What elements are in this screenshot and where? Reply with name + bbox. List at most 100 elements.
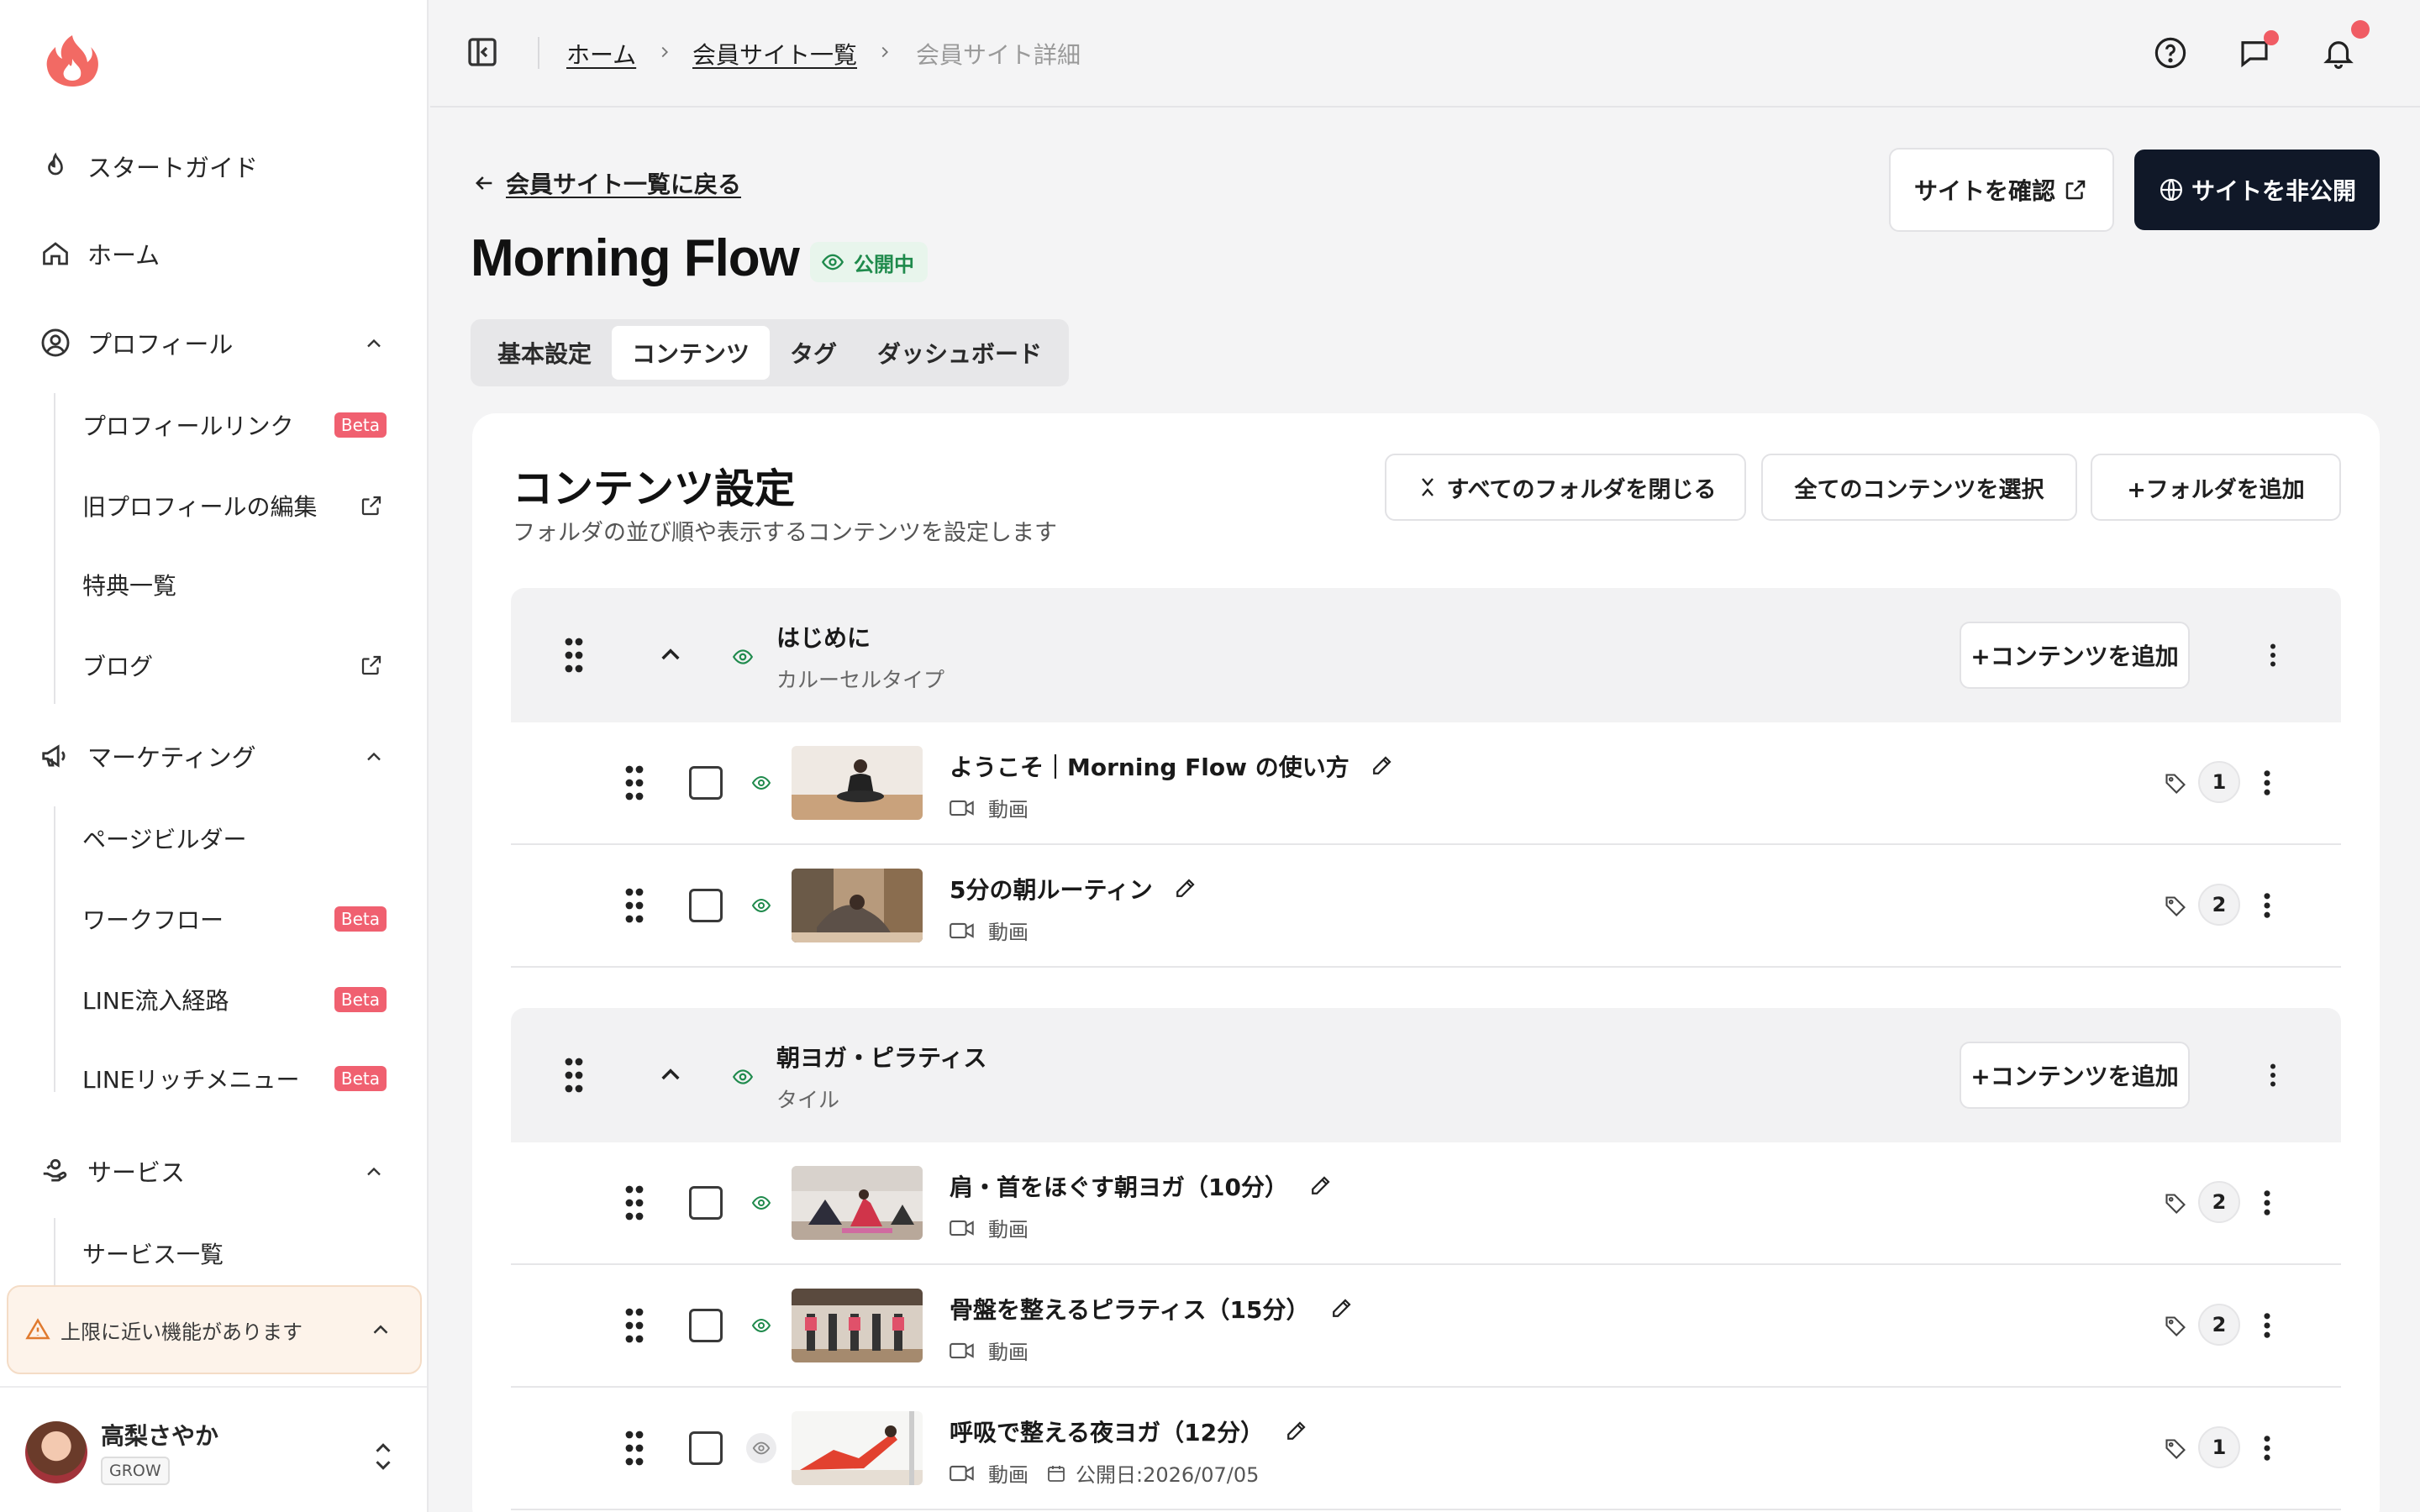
pencil-icon[interactable] <box>1171 875 1198 902</box>
chevron-up-icon[interactable] <box>655 640 686 670</box>
eye-icon[interactable] <box>731 645 755 669</box>
tag-icon <box>2163 894 2188 919</box>
tab-basic-settings[interactable]: 基本設定 <box>477 326 612 380</box>
nav-blog[interactable]: ブログ <box>82 642 393 689</box>
drag-handle-icon[interactable] <box>561 635 587 675</box>
row-checkbox[interactable] <box>689 1431 723 1465</box>
nav-start-guide[interactable]: スタートガイド <box>37 141 258 192</box>
content-row[interactable]: 骨盤を整えるピラティス（15分） 動画 2 <box>511 1265 2341 1388</box>
user-menu[interactable]: 高梨さやか GROW <box>0 1386 427 1512</box>
drag-handle-icon[interactable] <box>622 1305 647 1346</box>
eye-icon[interactable] <box>750 894 773 917</box>
more-vertical-icon[interactable] <box>2250 766 2284 800</box>
home-icon <box>37 235 74 272</box>
eye-icon[interactable] <box>750 771 773 795</box>
tag-count[interactable]: 2 <box>2198 1304 2240 1346</box>
nav-marketing[interactable]: マーケティング <box>37 731 256 781</box>
row-checkbox[interactable] <box>689 766 723 800</box>
row-checkbox[interactable] <box>689 889 723 922</box>
content-row[interactable]: 5分の朝ルーティン 動画 2 <box>511 845 2341 968</box>
flame-icon <box>37 148 74 185</box>
tag-count[interactable]: 1 <box>2198 1426 2240 1468</box>
content-row[interactable]: 肩・首をほぐす朝ヨガ（10分） 動画 2 <box>511 1142 2341 1265</box>
add-folder-button[interactable]: +フォルダを追加 <box>2091 454 2341 521</box>
nav-label: マーケティング <box>87 743 256 772</box>
row-checkbox[interactable] <box>689 1309 723 1342</box>
breadcrumb-sites[interactable]: 会員サイト一覧 <box>692 37 857 71</box>
folder-header: 朝ヨガ・ピラティス タイル +コンテンツを追加 <box>511 1008 2341 1142</box>
pencil-icon[interactable] <box>1328 1295 1355 1322</box>
unpublish-site-button[interactable]: サイトを非公開 <box>2134 150 2380 230</box>
folder-name: 朝ヨガ・ピラティス <box>776 1044 987 1072</box>
nav-old-profile-edit[interactable]: 旧プロフィールの編集 <box>82 482 393 529</box>
tag-count[interactable]: 2 <box>2198 1181 2240 1223</box>
nav-workflow[interactable]: ワークフロー Beta <box>82 895 393 942</box>
drag-handle-icon[interactable] <box>622 885 647 926</box>
nav-label: 特典一覧 <box>82 572 177 600</box>
status-badge: 公開中 <box>810 242 928 282</box>
content-row[interactable]: ようこそ｜Morning Flow の使い方 動画 1 <box>511 722 2341 845</box>
nav-service-list[interactable]: サービス一覧 <box>82 1230 393 1277</box>
more-vertical-icon[interactable] <box>2250 1431 2284 1465</box>
nav-line-rich-menu[interactable]: LINEリッチメニュー Beta <box>82 1055 393 1102</box>
chevron-updown-icon[interactable] <box>368 1438 398 1475</box>
tab-contents[interactable]: コンテンツ <box>612 326 771 380</box>
more-vertical-icon[interactable] <box>2250 889 2284 922</box>
tab-dashboard[interactable]: ダッシュボード <box>857 326 1062 380</box>
chevron-up-icon[interactable] <box>366 1315 395 1344</box>
eye-icon[interactable] <box>746 1433 776 1463</box>
content-kind: 動画 <box>988 921 1028 944</box>
drag-handle-icon[interactable] <box>622 1183 647 1223</box>
nav-profile[interactable]: プロフィール <box>37 318 233 368</box>
tag-count[interactable]: 1 <box>2198 761 2240 803</box>
eye-icon[interactable] <box>750 1314 773 1337</box>
drag-handle-icon[interactable] <box>622 1428 647 1468</box>
chevron-up-icon[interactable] <box>655 1060 686 1090</box>
add-content-button[interactable]: +コンテンツを追加 <box>1960 622 2190 689</box>
nav-line-inflow[interactable]: LINE流入経路 Beta <box>82 976 393 1023</box>
help-icon[interactable] <box>2149 32 2191 74</box>
nav-label: ブログ <box>82 653 154 680</box>
more-vertical-icon[interactable] <box>2250 1309 2284 1342</box>
notification-dot <box>2351 20 2370 39</box>
nav-benefits[interactable]: 特典一覧 <box>82 561 393 608</box>
more-vertical-icon[interactable] <box>2259 640 2287 670</box>
tab-tags[interactable]: タグ <box>770 326 857 380</box>
user-circle-icon <box>37 324 74 361</box>
section-title: コンテンツ設定 <box>513 465 796 512</box>
chevron-up-icon[interactable] <box>360 1158 388 1186</box>
more-vertical-icon[interactable] <box>2250 1186 2284 1220</box>
eye-icon[interactable] <box>731 1065 755 1089</box>
nav-services[interactable]: サービス <box>37 1146 185 1196</box>
tab-bar: 基本設定 コンテンツ タグ ダッシュボード <box>471 319 1070 386</box>
pencil-icon[interactable] <box>1368 753 1395 780</box>
content-row[interactable]: 呼吸で整える夜ヨガ（12分） 動画 公開日:2026/07/05 1 <box>511 1388 2341 1510</box>
video-icon <box>950 1215 975 1241</box>
bell-icon[interactable] <box>2317 32 2360 74</box>
eye-icon[interactable] <box>750 1191 773 1215</box>
chevron-up-icon[interactable] <box>360 743 388 771</box>
breadcrumb-home[interactable]: ホーム <box>566 37 636 71</box>
close-all-folders-button[interactable]: すべてのフォルダを閉じる <box>1385 454 1746 521</box>
add-content-button[interactable]: +コンテンツを追加 <box>1960 1042 2190 1109</box>
more-vertical-icon[interactable] <box>2259 1060 2287 1090</box>
drag-handle-icon[interactable] <box>561 1055 587 1095</box>
view-site-button[interactable]: サイトを確認 <box>1889 148 2114 232</box>
row-checkbox[interactable] <box>689 1186 723 1220</box>
nav-label: ページビルダー <box>82 826 247 853</box>
pencil-icon[interactable] <box>1282 1418 1309 1445</box>
back-to-sites-link[interactable]: 会員サイト一覧に戻る <box>471 166 741 200</box>
nav-page-builder[interactable]: ページビルダー <box>82 815 393 862</box>
limit-warning[interactable]: 上限に近い機能があります <box>7 1285 422 1374</box>
drag-handle-icon[interactable] <box>622 763 647 803</box>
nav-home[interactable]: ホーム <box>37 228 160 279</box>
select-all-contents-button[interactable]: 全てのコンテンツを選択 <box>1761 454 2077 521</box>
tag-count[interactable]: 2 <box>2198 884 2240 926</box>
globe-icon <box>2158 176 2185 203</box>
back-label: 会員サイト一覧に戻る <box>506 171 742 198</box>
pencil-icon[interactable] <box>1307 1173 1334 1200</box>
nav-profile-link[interactable]: プロフィールリンク Beta <box>82 402 393 449</box>
sidebar-toggle-icon[interactable] <box>466 35 499 69</box>
flame-logo[interactable] <box>44 34 103 87</box>
chevron-up-icon[interactable] <box>360 329 388 358</box>
